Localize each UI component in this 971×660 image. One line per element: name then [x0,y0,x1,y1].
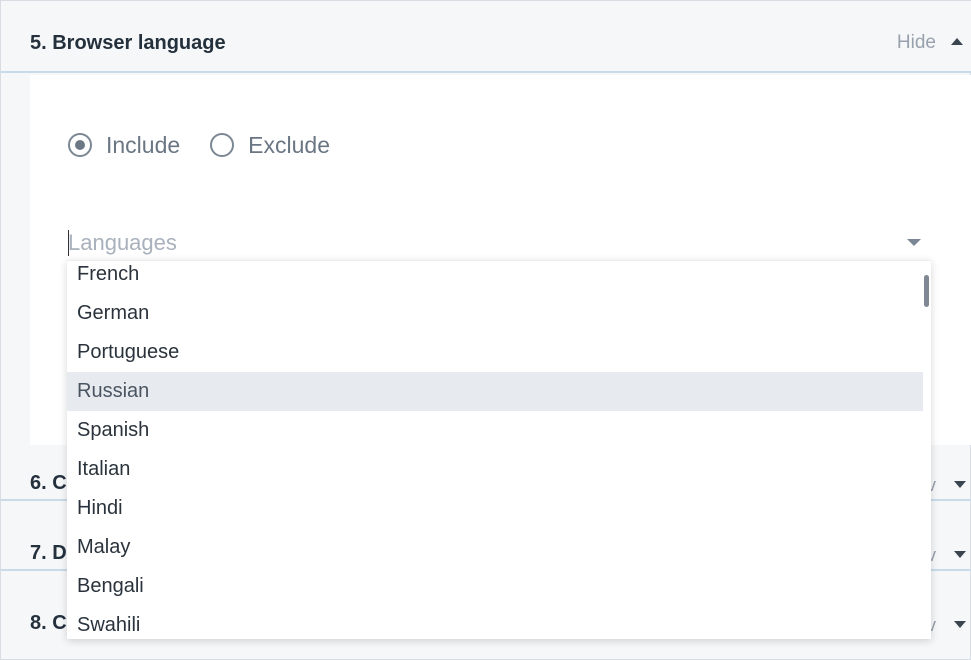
caret-down-icon[interactable] [954,481,966,488]
exclude-radio[interactable] [210,133,235,157]
option-italian[interactable]: Italian [67,450,923,489]
hide-button[interactable]: Hide [897,32,936,54]
option-spanish[interactable]: Spanish [67,411,923,450]
browser-language-section-header[interactable]: 5. Browser language Hide [1,1,971,73]
languages-input[interactable] [68,227,888,259]
languages-select[interactable] [68,227,930,263]
include-radio[interactable] [68,133,92,157]
exclude-label[interactable]: Exclude [248,132,330,159]
section-title: 8. C [30,612,67,634]
option-german[interactable]: German [67,294,923,333]
option-russian[interactable]: Russian [67,372,923,411]
targeting-frame: 5. Browser language Hide Include Exclude… [0,0,971,660]
chevron-down-icon[interactable] [907,239,921,246]
section-title: 6. C [30,472,67,494]
languages-dropdown: French German Portuguese Russian Spanish… [67,260,931,639]
option-portuguese[interactable]: Portuguese [67,333,923,372]
include-exclude-group: Include Exclude [68,129,330,161]
option-malay[interactable]: Malay [67,528,923,567]
options-list: French German Portuguese Russian Spanish… [67,261,923,639]
option-bengali[interactable]: Bengali [67,567,923,606]
include-label[interactable]: Include [106,132,180,159]
section-title: 7. D [30,542,67,564]
dropdown-scrollbar[interactable] [924,275,929,307]
option-swahili[interactable]: Swahili [67,606,923,639]
option-french[interactable]: French [67,261,923,294]
caret-up-icon[interactable] [951,38,963,45]
section-title: 5. Browser language [30,32,226,54]
caret-down-icon[interactable] [954,621,966,628]
option-hindi[interactable]: Hindi [67,489,923,528]
text-cursor [68,230,69,256]
caret-down-icon[interactable] [954,551,966,558]
